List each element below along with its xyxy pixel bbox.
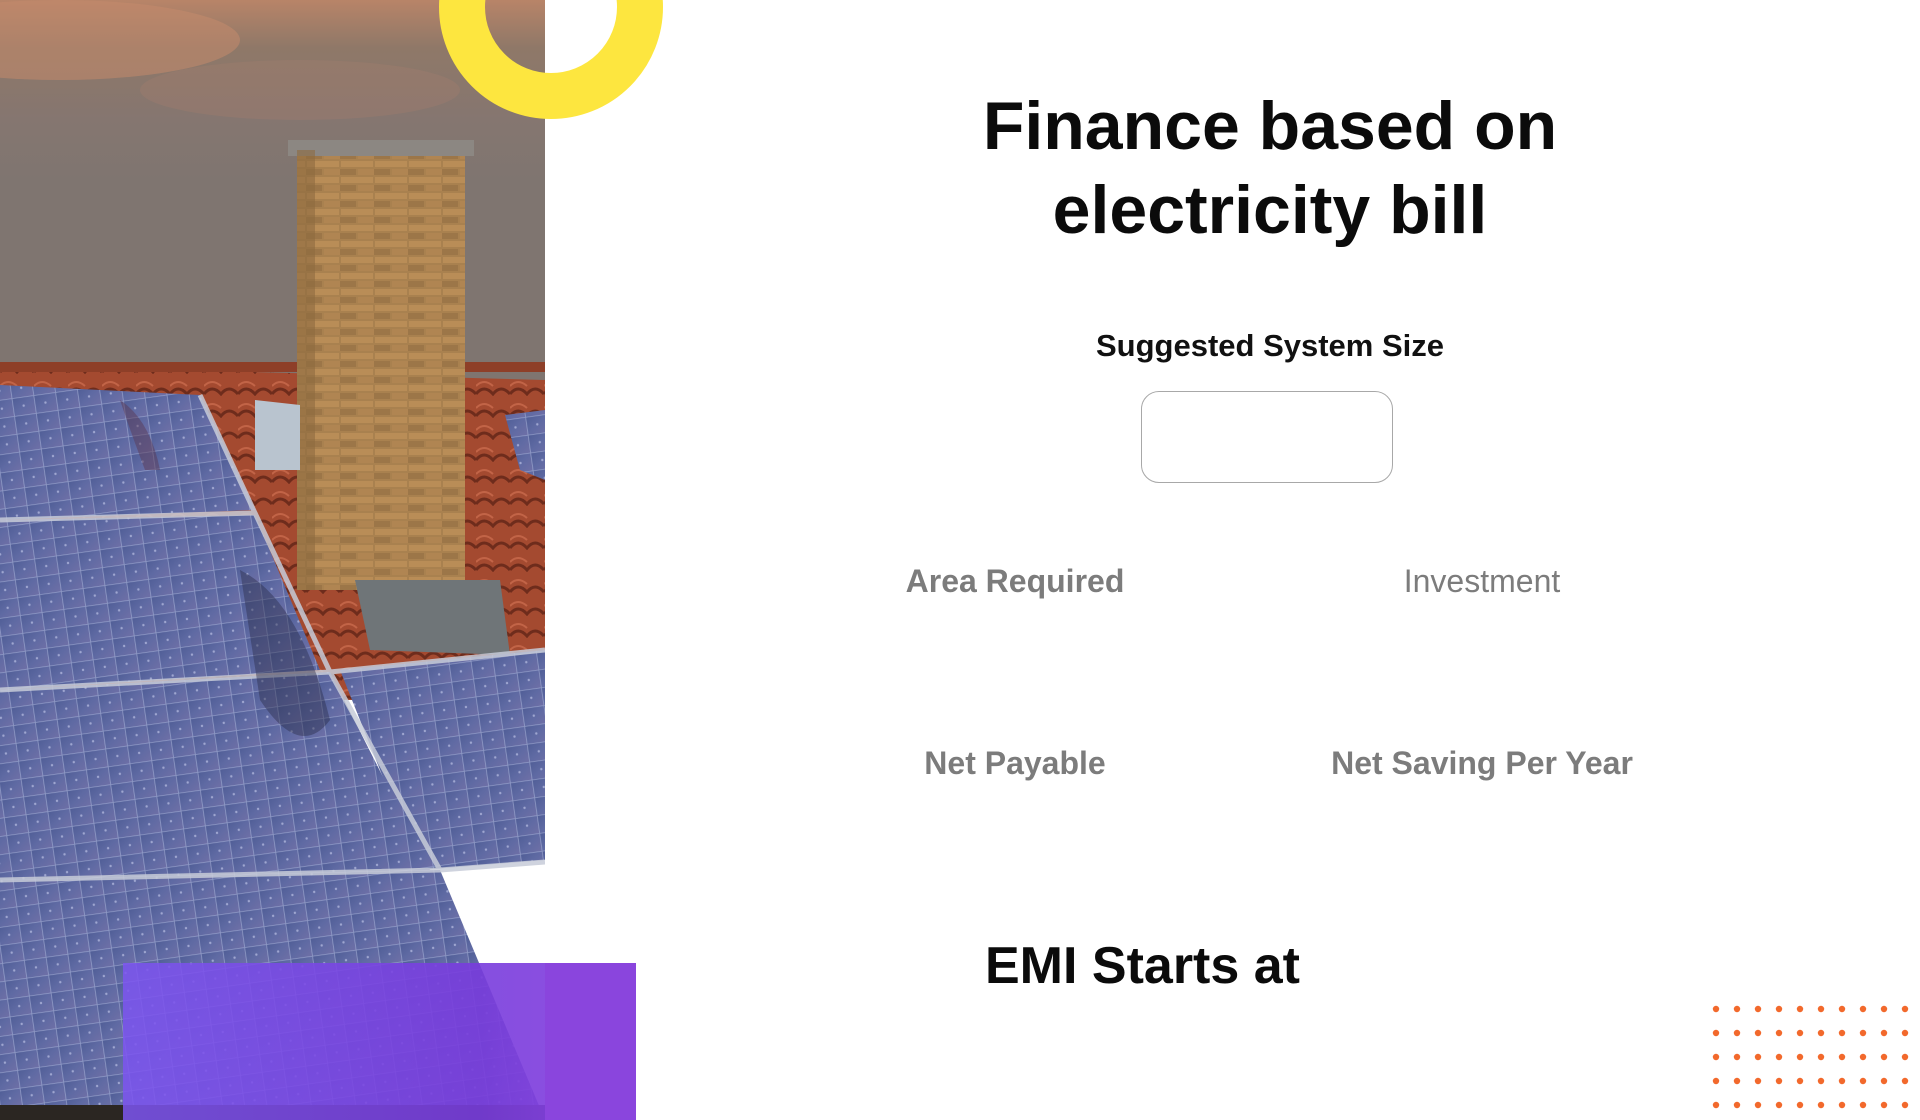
purple-block-solid bbox=[545, 963, 636, 1120]
net-saving-per-year-label: Net Saving Per Year bbox=[1331, 745, 1633, 781]
finance-calculator-page: Finance based on electricity bill Sugges… bbox=[0, 0, 1920, 1120]
orange-dots-decoration bbox=[1712, 1005, 1909, 1109]
purple-block-decoration bbox=[123, 963, 636, 1120]
net-payable-label: Net Payable bbox=[924, 745, 1106, 781]
title-line-2: electricity bill bbox=[1052, 172, 1488, 248]
emi-label-text: EMI Starts at bbox=[985, 937, 1300, 995]
investment-label: Investment bbox=[1403, 563, 1561, 599]
system-size-label: Suggested System Size bbox=[1095, 328, 1444, 363]
solar-roof-photo bbox=[0, 0, 545, 1120]
area-required-label: Area Required bbox=[905, 563, 1125, 599]
page-title: Finance based on electricity bill bbox=[880, 84, 1660, 252]
yellow-ring-decoration bbox=[439, 0, 663, 119]
system-size-field[interactable] bbox=[1141, 391, 1393, 483]
emi-label: EMI Starts at bbox=[985, 936, 1300, 996]
title-line-1: Finance based on bbox=[982, 88, 1558, 164]
